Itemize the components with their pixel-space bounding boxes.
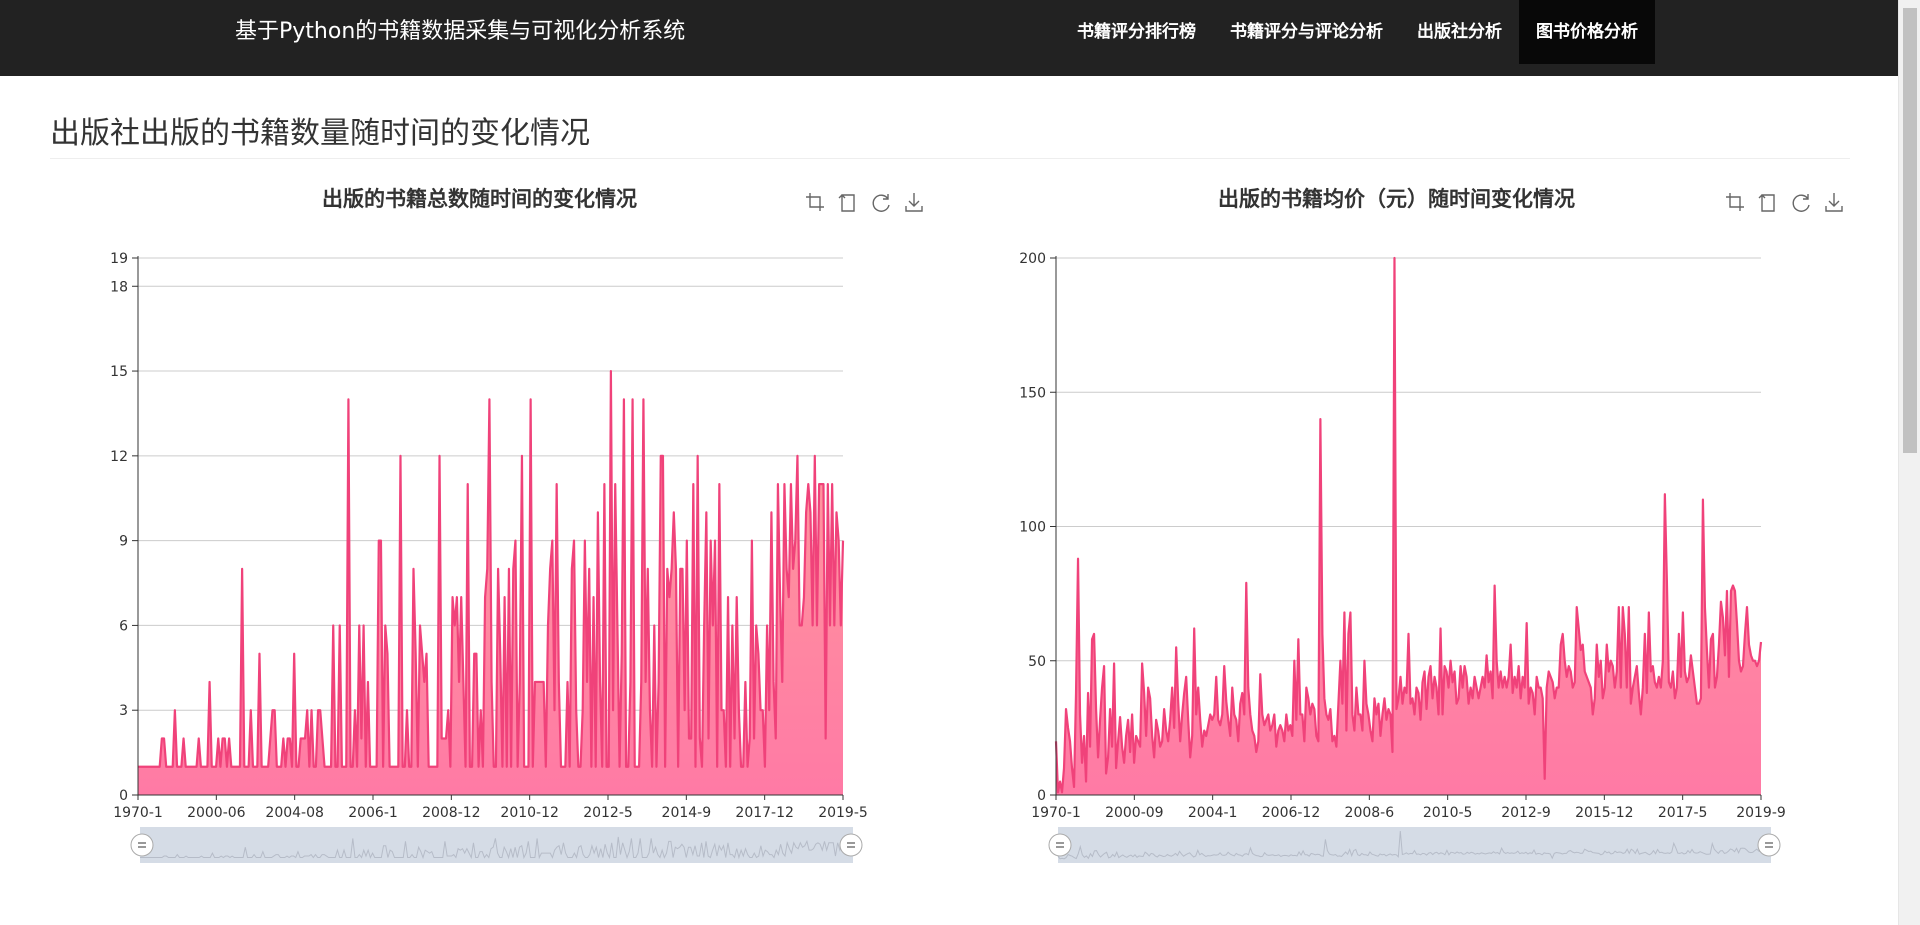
chart-toolbox — [1724, 191, 1845, 213]
y-tick-label: 6 — [119, 618, 128, 634]
y-tick-label: 18 — [110, 279, 128, 295]
x-tick-label: 2006-12 — [1262, 805, 1321, 821]
app-brand-title[interactable]: 基于Python的书籍数据采集与可视化分析系统 — [235, 0, 685, 76]
y-tick-label: 3 — [119, 703, 128, 719]
x-tick-label: 2015-12 — [1575, 805, 1634, 821]
x-tick-label: 2012-9 — [1501, 805, 1551, 821]
y-tick-label: 100 — [1019, 520, 1046, 536]
slider-handle-end[interactable] — [839, 833, 863, 857]
x-tick-label: 2008-12 — [422, 805, 481, 821]
slider-handle-start[interactable] — [1048, 833, 1072, 857]
nav-item-publisher-analysis[interactable]: 出版社分析 — [1400, 0, 1519, 64]
y-tick-label: 0 — [119, 788, 128, 804]
y-tick-label: 50 — [1028, 654, 1046, 670]
y-tick-label: 15 — [110, 364, 128, 380]
y-tick-label: 12 — [110, 449, 128, 465]
avg-price-chart-canvas: 0 50 100 150 200 1970-1 2000-09 2004-1 2006-12 20… — [1019, 251, 1786, 863]
restore-icon[interactable] — [1790, 191, 1812, 213]
chart-title: 出版的书籍总数随时间的变化情况 — [322, 187, 637, 211]
page-title: 出版社出版的书籍数量随时间的变化情况 — [50, 116, 590, 151]
scrollbar-thumb[interactable] — [1903, 8, 1917, 453]
y-tick-label: 0 — [1037, 788, 1046, 804]
x-tick-label: 2010-5 — [1423, 805, 1473, 821]
x-tick-label: 2014-9 — [662, 805, 712, 821]
x-tick-label: 2000-09 — [1105, 805, 1164, 821]
x-tick-label: 2008-6 — [1345, 805, 1395, 821]
slider-track[interactable] — [1058, 827, 1771, 863]
slider-handle-start[interactable] — [130, 833, 154, 857]
zoom-icon[interactable] — [1724, 191, 1746, 213]
nav-item-book-rating-ranking[interactable]: 书籍评分排行榜 — [1060, 0, 1213, 64]
x-tick-label: 2010-12 — [500, 805, 559, 821]
x-tick-label: 1970-1 — [1031, 805, 1081, 821]
x-tick-label: 1970-1 — [113, 805, 163, 821]
title-divider — [50, 158, 1850, 159]
chart-title: 出版的书籍均价（元）随时间变化情况 — [1218, 187, 1575, 211]
book-count-chart: 0 3 6 9 12 15 18 19 1970-1 2000-06 2004-08 2006-1 20… — [50, 175, 950, 875]
zoom-reset-icon[interactable] — [837, 191, 859, 213]
y-tick-label: 19 — [110, 251, 128, 267]
zoom-icon[interactable] — [804, 191, 826, 213]
nav-item-price-analysis[interactable]: 图书价格分析 — [1519, 0, 1655, 64]
data-zoom-slider[interactable] — [1048, 827, 1781, 863]
x-tick-label: 2006-1 — [348, 805, 398, 821]
page-scrollbar[interactable] — [1898, 0, 1920, 925]
y-tick-label: 200 — [1019, 251, 1046, 267]
restore-icon[interactable] — [870, 191, 892, 213]
x-tick-label: 2004-1 — [1188, 805, 1238, 821]
x-tick-label: 2019-9 — [1736, 805, 1786, 821]
x-tick-label: 2017-5 — [1658, 805, 1708, 821]
x-tick-label: 2012-5 — [583, 805, 633, 821]
x-tick-label: 2017-12 — [735, 805, 794, 821]
y-tick-label: 150 — [1019, 385, 1046, 401]
chart-toolbox — [804, 191, 925, 213]
y-tick-label: 9 — [119, 534, 128, 550]
top-navbar: 基于Python的书籍数据采集与可视化分析系统 书籍评分排行榜 书籍评分与评论分… — [0, 0, 1898, 76]
slider-handle-end[interactable] — [1757, 833, 1781, 857]
book-count-chart-canvas: 0 3 6 9 12 15 18 19 1970-1 2000-06 2004-08 2006-1 20… — [110, 251, 868, 863]
nav-item-rating-review-analysis[interactable]: 书籍评分与评论分析 — [1213, 0, 1400, 64]
download-icon[interactable] — [1823, 191, 1845, 213]
x-tick-label: 2004-08 — [265, 805, 324, 821]
x-tick-label: 2019-5 — [818, 805, 868, 821]
main-nav: 书籍评分排行榜 书籍评分与评论分析 出版社分析 图书价格分析 — [1060, 0, 1655, 64]
zoom-reset-icon[interactable] — [1757, 191, 1779, 213]
data-zoom-slider[interactable] — [130, 827, 863, 863]
avg-price-chart: 0 50 100 150 200 1970-1 2000-09 2004-1 2006-12 20… — [970, 175, 1870, 875]
x-tick-label: 2000-06 — [187, 805, 246, 821]
download-icon[interactable] — [903, 191, 925, 213]
